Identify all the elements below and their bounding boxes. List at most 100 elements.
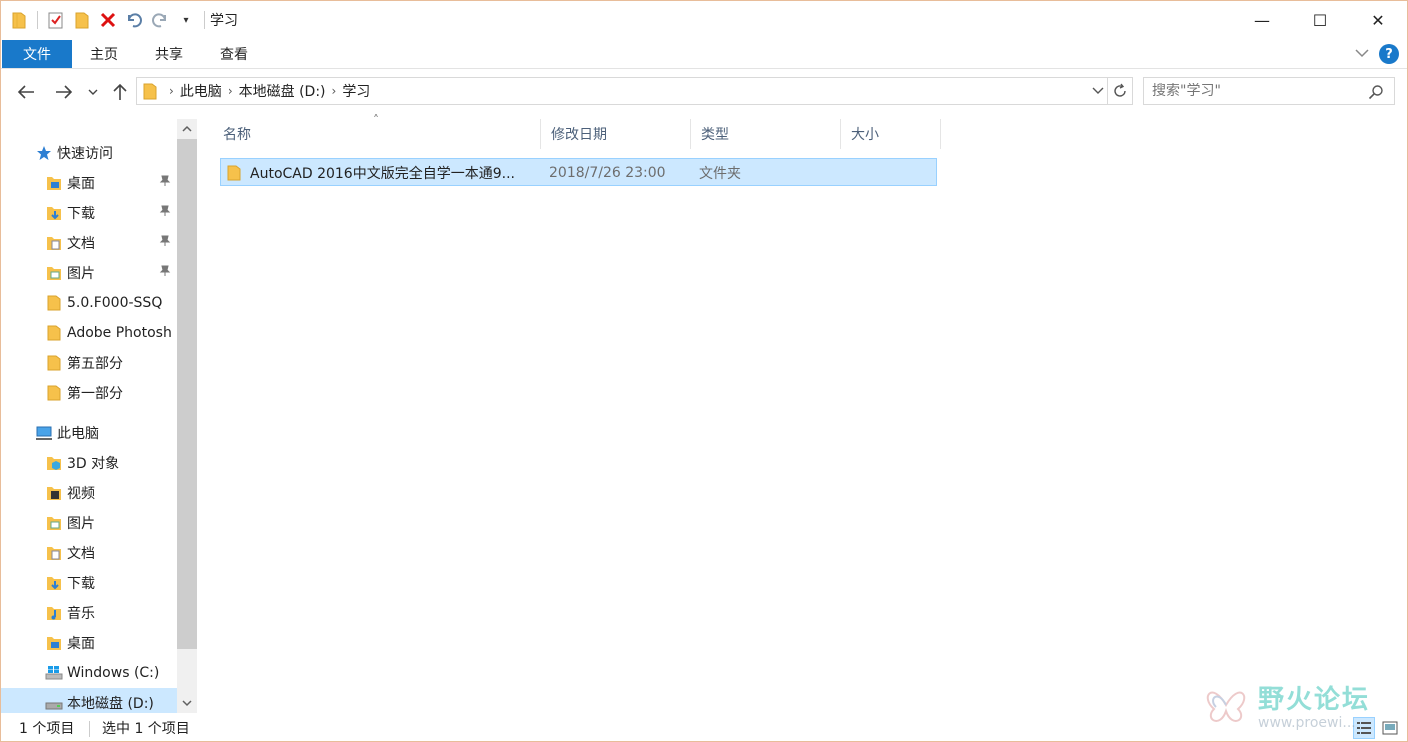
nav-item-3d-objects[interactable]: 3D 对象 xyxy=(1,448,177,478)
folder-icon xyxy=(45,294,63,312)
windows-drive-icon xyxy=(45,664,63,682)
nav-item-desktop[interactable]: 桌面 xyxy=(1,628,177,658)
pin-icon[interactable] xyxy=(159,235,171,251)
column-header-label: 名称 xyxy=(223,127,251,143)
pin-icon[interactable] xyxy=(159,175,171,191)
folder-icon xyxy=(143,82,157,100)
desktop-folder-icon xyxy=(45,634,63,652)
desktop-folder-icon xyxy=(45,174,63,192)
nav-this-pc[interactable]: 此电脑 xyxy=(1,418,177,448)
chevron-right-icon[interactable]: › xyxy=(169,84,174,98)
file-name: AutoCAD 2016中文版完全自学一本通9... xyxy=(250,166,515,182)
address-bar[interactable]: › 此电脑 › 本地磁盘 (D:) › 学习 xyxy=(136,77,1108,105)
search-box[interactable] xyxy=(1143,77,1395,105)
nav-item-desktop[interactable]: 桌面 xyxy=(1,168,177,198)
nav-item-videos[interactable]: 视频 xyxy=(1,478,177,508)
up-button[interactable] xyxy=(109,81,131,103)
breadcrumb-this-pc[interactable]: 此电脑 xyxy=(180,81,222,101)
toolbar-separator xyxy=(204,11,205,29)
folder-icon xyxy=(9,10,29,30)
chevron-right-icon[interactable]: › xyxy=(332,84,337,98)
search-icon[interactable] xyxy=(1368,84,1384,104)
column-header-size[interactable]: 大小 xyxy=(841,119,941,149)
file-row[interactable]: AutoCAD 2016中文版完全自学一本通9... 2018/7/26 23:… xyxy=(220,158,937,186)
customize-dropdown-icon[interactable]: ▾ xyxy=(176,10,196,30)
refresh-button[interactable] xyxy=(1108,77,1133,105)
downloads-folder-icon xyxy=(45,574,63,592)
tab-home[interactable]: 主页 xyxy=(79,40,129,68)
column-header-type[interactable]: 类型 xyxy=(691,119,841,149)
minimize-button[interactable]: — xyxy=(1233,1,1291,39)
folder-icon xyxy=(227,159,241,187)
back-button[interactable] xyxy=(15,81,37,103)
column-header-label: 大小 xyxy=(851,127,879,143)
scrollbar-thumb[interactable] xyxy=(177,139,197,649)
forward-button[interactable] xyxy=(53,81,75,103)
undo-icon[interactable] xyxy=(124,10,144,30)
scroll-up-icon[interactable] xyxy=(177,119,197,139)
view-switcher xyxy=(1353,717,1401,739)
nav-item-folder[interactable]: Adobe Photosh xyxy=(1,318,177,348)
nav-item-folder[interactable]: 第一部分 xyxy=(1,378,177,408)
nav-item-documents[interactable]: 文档 xyxy=(1,228,177,258)
nav-item-label: 下载 xyxy=(67,576,95,592)
nav-item-music[interactable]: 音乐 xyxy=(1,598,177,628)
nav-item-label: 第一部分 xyxy=(67,386,123,402)
folder-icon xyxy=(45,384,63,402)
nav-item-label: 5.0.F000-SSQ xyxy=(67,295,163,311)
nav-item-local-disk[interactable]: 本地磁盘 (D:) xyxy=(1,688,177,713)
help-icon[interactable]: ? xyxy=(1379,44,1399,64)
breadcrumb-local-disk[interactable]: 本地磁盘 (D:) xyxy=(239,81,326,101)
nav-quick-access[interactable]: 快速访问 xyxy=(1,138,177,168)
address-dropdown-icon[interactable] xyxy=(1088,77,1108,105)
close-button[interactable]: ✕ xyxy=(1349,1,1407,39)
nav-item-downloads[interactable]: 下载 xyxy=(1,198,177,228)
maximize-button[interactable]: ☐ xyxy=(1291,1,1349,39)
nav-item-documents[interactable]: 文档 xyxy=(1,538,177,568)
ribbon-right-controls: ? xyxy=(1355,44,1399,64)
scroll-down-icon[interactable] xyxy=(177,693,197,713)
file-modified: 2018/7/26 23:00 xyxy=(549,165,666,181)
star-icon xyxy=(35,144,53,162)
properties-icon[interactable] xyxy=(46,10,66,30)
window-title: 学习 xyxy=(210,13,238,29)
nav-item-windows-drive[interactable]: Windows (C:) xyxy=(1,658,177,688)
explorer-window: ▾ 学习 — ☐ ✕ 文件 主页 共享 查看 ? › 此电脑 › 本地磁盘 (D… xyxy=(0,0,1408,742)
tab-file[interactable]: 文件 xyxy=(2,40,72,68)
details-view-icon[interactable] xyxy=(1353,717,1375,739)
nav-item-label: 桌面 xyxy=(67,176,95,192)
pin-icon[interactable] xyxy=(159,205,171,221)
status-bar: 1 个项目 选中 1 个项目 xyxy=(1,713,1407,741)
nav-item-folder[interactable]: 第五部分 xyxy=(1,348,177,378)
music-folder-icon xyxy=(45,604,63,622)
column-header-name[interactable]: 名称 ˄ xyxy=(213,113,541,149)
large-icons-view-icon[interactable] xyxy=(1379,717,1401,739)
delete-icon[interactable] xyxy=(98,10,118,30)
pictures-folder-icon xyxy=(45,514,63,532)
tab-share[interactable]: 共享 xyxy=(144,40,194,68)
expand-ribbon-icon[interactable] xyxy=(1355,47,1369,61)
nav-quick-access-label: 快速访问 xyxy=(57,146,113,162)
pictures-folder-icon xyxy=(45,264,63,282)
breadcrumb-current-folder[interactable]: 学习 xyxy=(342,81,370,101)
search-input[interactable] xyxy=(1152,83,1362,99)
nav-scrollbar[interactable] xyxy=(177,119,197,713)
nav-item-pictures[interactable]: 图片 xyxy=(1,508,177,538)
nav-item-label: 3D 对象 xyxy=(67,456,120,472)
nav-item-folder[interactable]: 5.0.F000-SSQ xyxy=(1,288,177,318)
column-header-label: 类型 xyxy=(701,127,729,143)
redo-icon[interactable] xyxy=(150,10,170,30)
local-disk-icon xyxy=(45,694,63,712)
recent-locations-button[interactable] xyxy=(85,81,101,103)
pin-icon[interactable] xyxy=(159,265,171,281)
nav-item-pictures[interactable]: 图片 xyxy=(1,258,177,288)
chevron-right-icon[interactable]: › xyxy=(228,84,233,98)
status-selected-count: 选中 1 个项目 xyxy=(102,721,190,737)
new-folder-icon[interactable] xyxy=(72,10,92,30)
nav-item-downloads[interactable]: 下载 xyxy=(1,568,177,598)
column-header-modified[interactable]: 修改日期 xyxy=(541,119,691,149)
sort-ascending-icon: ˄ xyxy=(373,113,379,127)
nav-item-label: 第五部分 xyxy=(67,356,123,372)
nav-item-label: 文档 xyxy=(67,236,95,252)
tab-view[interactable]: 查看 xyxy=(209,40,259,68)
